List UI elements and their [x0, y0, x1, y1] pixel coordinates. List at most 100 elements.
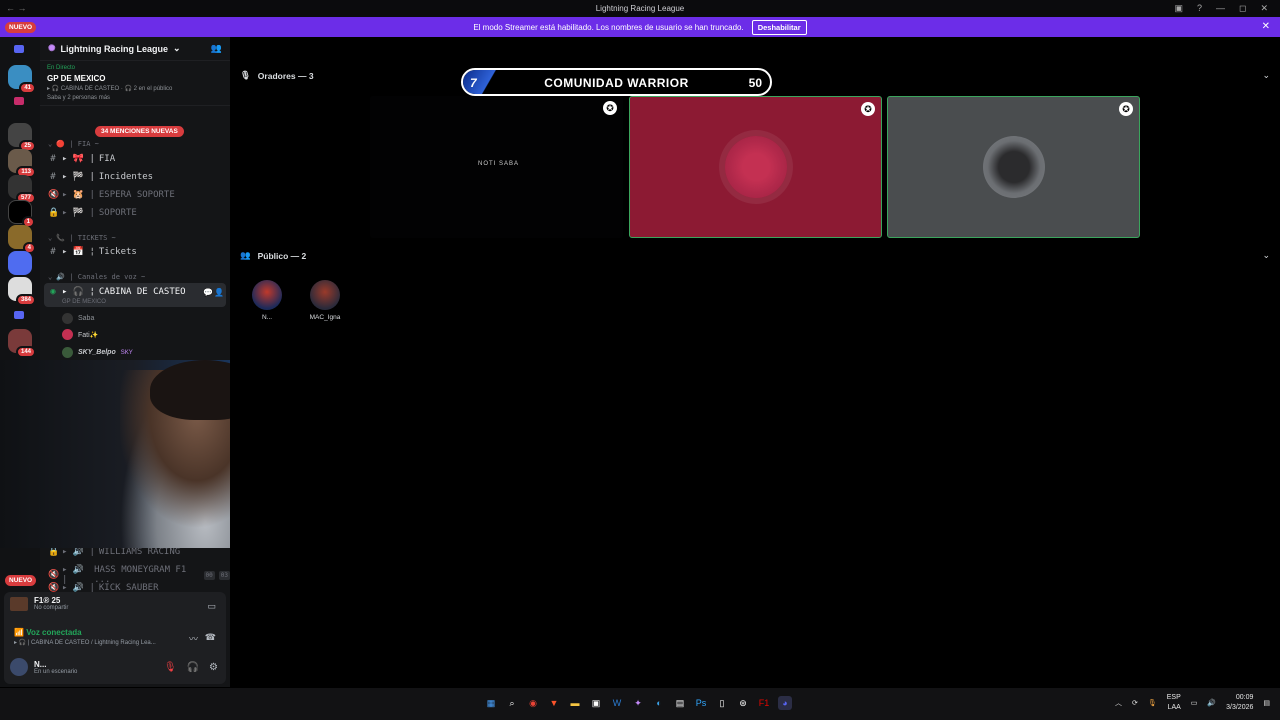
game-title: F1® 25: [34, 596, 61, 605]
unread-badge: 144: [15, 346, 36, 358]
calculator-icon[interactable]: ▤: [673, 696, 687, 710]
voice-user[interactable]: Saba: [62, 313, 94, 324]
disconnect-icon[interactable]: ☎: [205, 632, 216, 643]
sync-icon[interactable]: ⟳: [1132, 699, 1138, 707]
stage-pin-icon[interactable]: ✪: [603, 101, 617, 115]
microphone-tray-icon[interactable]: 🎙: [1148, 699, 1157, 707]
f1-icon[interactable]: F1: [757, 696, 771, 710]
clock[interactable]: 00:09 3/3/2026: [1226, 693, 1253, 713]
folder-icon[interactable]: ▬: [568, 696, 582, 710]
chevron-up-icon[interactable]: ︿: [1115, 698, 1122, 708]
maximize-button[interactable]: ◻: [1239, 3, 1246, 14]
minimize-button[interactable]: —: [1216, 3, 1225, 14]
server-icon[interactable]: 1: [8, 200, 35, 228]
banner-text: El modo Streamer está habilitado. Los no…: [473, 22, 744, 32]
brave-icon[interactable]: ▼: [547, 696, 561, 710]
steam-icon[interactable]: ⊛: [736, 696, 750, 710]
category-fia[interactable]: ⌄ 🔴 | FIA ~: [48, 140, 99, 148]
server-icon[interactable]: 384: [8, 277, 36, 306]
live-stage-card[interactable]: En Directo GP DE MEXICO ▸ 🎧 CABINA DE CA…: [40, 61, 230, 106]
category-tickets[interactable]: ⌄ 📞 | TICKETS ~: [48, 234, 116, 242]
channel-incidentes[interactable]: # ▸ 🏁 | Incidentes: [48, 172, 153, 182]
voice-connection[interactable]: 📶 Voz conectada ▸ 🎧 | CABINA DE CASTEO /…: [14, 628, 156, 646]
channel-hass[interactable]: 🔇 ▸ 🔊 | HASS MONEYGRAM F1 ... 00 03: [48, 565, 230, 585]
voice-user[interactable]: Fati✨: [62, 329, 98, 340]
word-icon[interactable]: W: [610, 696, 624, 710]
search-icon[interactable]: ⌕: [505, 696, 519, 710]
folder-icon[interactable]: [14, 97, 24, 105]
channel-soporte[interactable]: 🔒 ▸ 🏁 | SOPORTE: [48, 208, 137, 218]
collapse-speakers-icon[interactable]: ⌄: [1262, 70, 1270, 81]
username: N...: [34, 659, 47, 669]
folder-icon[interactable]: [14, 45, 24, 53]
mute-mic-icon[interactable]: 🎙: [164, 662, 177, 673]
close-window-button[interactable]: ✕: [1260, 3, 1268, 14]
channel-williams[interactable]: 🔒 ▸ 🔊 | WILLIAMS RACING: [48, 547, 180, 557]
headphones-icon[interactable]: 🎧: [187, 662, 199, 673]
server-icon[interactable]: 144: [8, 329, 36, 358]
banner-close-icon[interactable]: ✕: [1262, 21, 1270, 32]
edge-icon[interactable]: ◐: [652, 696, 666, 710]
notification-icon[interactable]: ▤: [1263, 699, 1270, 707]
server-icon[interactable]: 25: [8, 123, 36, 152]
audience-member[interactable]: N...: [250, 280, 284, 321]
speaker-tile[interactable]: ✪: [629, 96, 882, 238]
inbox-icon[interactable]: ▣: [1174, 3, 1183, 14]
server-icon[interactable]: 4: [8, 225, 36, 254]
server-icon[interactable]: 41: [8, 65, 36, 94]
audience-member[interactable]: MAC_Igna: [308, 280, 342, 321]
stage-main: 🎙 Oradores — 3 ⌄ 7 COMUNIDAD WARRIOR 50 …: [230, 37, 1280, 687]
add-member-icon[interactable]: 👥: [211, 43, 222, 54]
speakers-header: 🎙 Oradores — 3: [240, 70, 314, 81]
photoshop-icon[interactable]: Ps: [694, 696, 708, 710]
window-title: Lightning Racing League: [595, 4, 685, 13]
user-status: En un escenario: [34, 668, 78, 675]
channel-espera-soporte[interactable]: 🔇 ▸ 🐹 | ESPERA SOPORTE: [48, 190, 175, 200]
disable-streamer-button[interactable]: Deshabilitar: [751, 19, 807, 35]
speaker-tile[interactable]: ✪: [887, 96, 1140, 238]
server-icon[interactable]: [8, 251, 32, 275]
display-icon[interactable]: ▭: [1191, 699, 1198, 707]
add-user-icon[interactable]: 👤: [214, 288, 224, 297]
live-title: GP DE MEXICO: [47, 74, 106, 83]
folder-icon[interactable]: [14, 311, 24, 319]
collapse-audience-icon[interactable]: ⌄: [1262, 250, 1270, 261]
activity-row[interactable]: F1® 25 No compartir: [10, 596, 68, 611]
noise-suppression-icon[interactable]: 〰: [189, 632, 198, 645]
copilot-icon[interactable]: ✦: [631, 696, 645, 710]
voice-user[interactable]: SKY_Belpo SKY: [62, 347, 133, 358]
channel-fia[interactable]: # ▸ 🎀 | FIA: [48, 154, 115, 164]
score-right: 50: [748, 76, 762, 90]
stage-pin-icon[interactable]: ✪: [861, 102, 875, 116]
user-tag: SKY: [120, 349, 133, 356]
gear-icon[interactable]: ⚙: [209, 662, 218, 673]
volume-icon[interactable]: 🔊: [1207, 699, 1216, 707]
channel-cabina-de-casteo[interactable]: ◉ ▸ 🎧 ¦ CABINA DE CASTEO: [48, 287, 185, 297]
avatar: [10, 658, 28, 676]
server-icon[interactable]: 577: [8, 175, 36, 204]
new-badge-bottom: NUEVO: [5, 575, 37, 586]
microphone-icon: 🎙: [240, 70, 251, 80]
stage-pin-icon[interactable]: ✪: [1119, 102, 1133, 116]
noti-saba-logo: NOTI SABA: [478, 161, 520, 167]
notepad-icon[interactable]: ▯: [715, 696, 729, 710]
server-header[interactable]: ✺ Lightning Racing League ⌄ 👥: [40, 37, 230, 61]
server-icon[interactable]: 113: [8, 149, 36, 178]
category-voice[interactable]: ⌄ 🔊 | Canales de voz ~: [48, 273, 145, 281]
discord-icon[interactable]: ◕: [778, 696, 792, 710]
windows-start-icon[interactable]: ▦: [484, 696, 498, 710]
server-logo-icon: ✺: [48, 43, 56, 53]
server-icon[interactable]: 160: [11, 97, 33, 149]
chat-icon[interactable]: 💬: [203, 288, 213, 297]
new-mentions-badge[interactable]: 34 MENCIONES NUEVAS: [95, 126, 184, 137]
channel-tickets[interactable]: # ▸ 📅 ¦ Tickets: [48, 247, 137, 257]
game-icon: [10, 596, 28, 611]
audience-name: N...: [261, 314, 273, 321]
chrome-icon[interactable]: ◉: [526, 696, 540, 710]
language-indicator[interactable]: ESP LAA: [1167, 693, 1181, 713]
speaker-tile[interactable]: NOTI SABA ✪: [370, 96, 623, 238]
account-row[interactable]: N... En un escenario: [10, 658, 77, 676]
share-screen-icon[interactable]: ▭: [207, 601, 216, 612]
app-icon[interactable]: ▣: [589, 696, 603, 710]
help-icon[interactable]: ?: [1197, 3, 1202, 14]
